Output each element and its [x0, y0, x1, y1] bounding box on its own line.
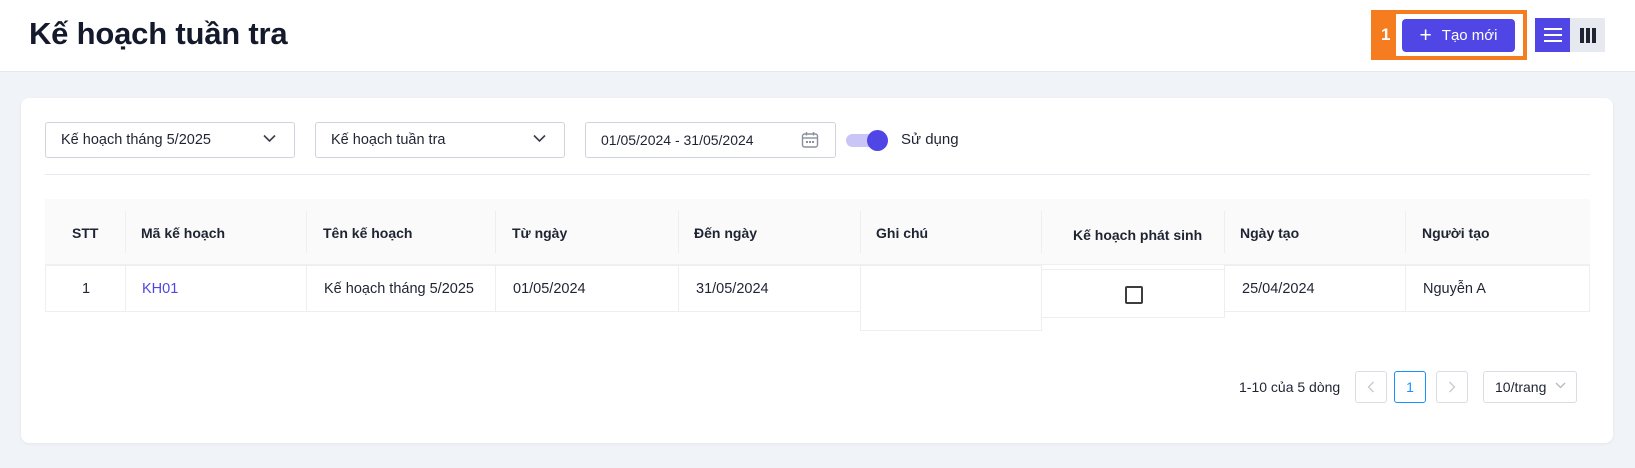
column-separator: [1041, 211, 1042, 253]
chevron-left-icon: [1367, 381, 1374, 393]
active-toggle-label: Sử dụng: [901, 131, 959, 148]
list-icon: [1543, 28, 1562, 42]
chevron-down-icon: [533, 134, 546, 143]
column-header-to: Đến ngày: [694, 225, 758, 241]
column-separator: [1405, 211, 1406, 253]
page-size-select[interactable]: 10/trang: [1483, 371, 1577, 403]
toggle-knob: [867, 130, 888, 151]
chevron-down-icon: [263, 134, 276, 143]
pagination-info: 1-10 của 5 dòng: [1239, 379, 1341, 395]
column-header-note: Ghi chú: [876, 225, 929, 241]
create-button-label: Tạo mới: [1441, 27, 1498, 44]
cell-code: KH01: [125, 265, 307, 312]
calendar-icon: [801, 132, 819, 148]
prev-page-button[interactable]: [1355, 371, 1387, 403]
column-header-code: Mã kế hoạch: [141, 225, 226, 241]
cell-name-text: Kế hoạch tháng 5/2025: [324, 281, 474, 297]
cell-created-text: 25/04/2024: [1242, 281, 1315, 297]
column-header-incidental: Kế hoạch phát sinh: [1073, 227, 1203, 243]
cell-to-text: 31/05/2024: [696, 281, 769, 297]
columns-icon: [1579, 27, 1596, 43]
page-button-current[interactable]: 1: [1394, 371, 1426, 403]
cell-to: 31/05/2024: [678, 265, 861, 312]
divider: [45, 174, 1590, 175]
chevron-right-icon: [1449, 381, 1456, 393]
cell-created: 25/04/2024: [1224, 265, 1406, 312]
plan-month-select[interactable]: Kế hoạch tháng 5/2025: [45, 122, 295, 158]
plan-month-value: Kế hoạch tháng 5/2025: [61, 132, 211, 148]
column-view-button[interactable]: [1570, 18, 1605, 52]
active-toggle[interactable]: [846, 130, 890, 151]
page-size-value: 10/trang: [1495, 379, 1547, 395]
cell-stt: 1: [45, 265, 126, 312]
plan-type-value: Kế hoạch tuần tra: [331, 132, 446, 148]
cell-creator-text: Nguyễn A: [1423, 281, 1486, 297]
column-header-created: Ngày tạo: [1240, 225, 1300, 241]
column-separator: [678, 211, 679, 253]
column-header-name: Tên kế hoạch: [323, 225, 413, 241]
list-view-button[interactable]: [1535, 18, 1570, 52]
cell-creator: Nguyễn A: [1405, 265, 1590, 312]
column-header-stt: STT: [72, 225, 99, 241]
column-header-creator: Người tạo: [1422, 225, 1490, 241]
column-separator: [306, 211, 307, 253]
table-header: [45, 199, 1590, 265]
cell-from-text: 01/05/2024: [513, 281, 586, 297]
page-title: Kế hoạch tuần tra: [29, 16, 288, 51]
column-header-from: Từ ngày: [512, 225, 568, 241]
date-range-value: 01/05/2024 - 31/05/2024: [601, 132, 754, 148]
cell-stt-text: 1: [82, 281, 91, 297]
chevron-down-icon: [1555, 382, 1566, 389]
incidental-checkbox[interactable]: [1125, 286, 1143, 304]
create-button[interactable]: + Tạo mới: [1402, 19, 1515, 52]
highlight-number: 1: [1381, 25, 1391, 44]
cell-name: Kế hoạch tháng 5/2025: [306, 265, 496, 312]
next-page-button[interactable]: [1436, 371, 1468, 403]
column-separator: [860, 211, 861, 253]
plan-code-link[interactable]: KH01: [142, 281, 178, 297]
plan-type-select[interactable]: Kế hoạch tuần tra: [315, 122, 565, 158]
cell-from: 01/05/2024: [495, 265, 679, 312]
plus-icon: +: [1419, 24, 1432, 47]
date-range-picker[interactable]: 01/05/2024 - 31/05/2024: [585, 122, 836, 158]
column-separator: [125, 211, 126, 253]
column-separator: [1224, 211, 1225, 253]
cell-note: [860, 265, 1042, 331]
column-separator: [495, 211, 496, 253]
